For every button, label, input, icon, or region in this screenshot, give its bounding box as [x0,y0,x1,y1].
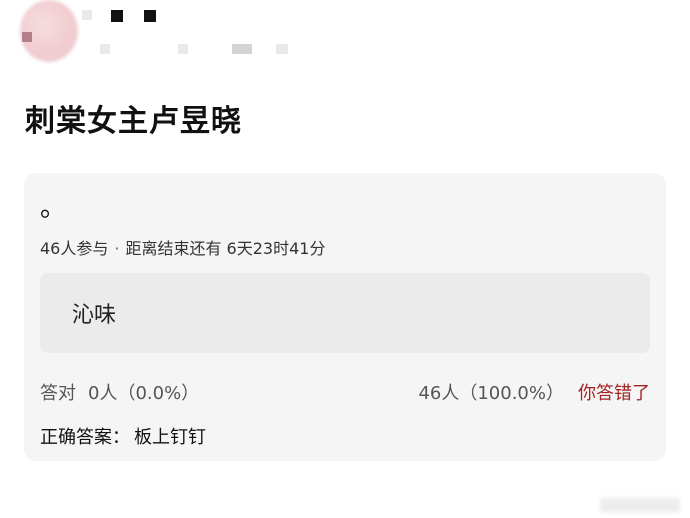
meta-blur-2 [178,44,188,54]
correct-answer-label: 正确答案： [40,427,130,448]
wrong-stats-value: 46人（100.0%） [418,383,564,404]
meta-blur-4 [276,44,288,54]
wrong-stats: 46人（100.0%） 你答错了 [418,379,650,405]
time-remaining: 距离结束还有 6天23时41分 [125,239,326,258]
participants-count: 46人参与 [40,239,109,258]
post-title: 刺棠女主卢昱晓 [25,104,242,139]
wrong-stats-label: 你答错了 [578,383,650,404]
user-avatar[interactable] [20,0,78,62]
quiz-question: 。 [40,193,67,223]
correct-stats-value: 0人（0.0%） [88,383,200,404]
meta-separator: · [114,239,120,258]
quiz-option[interactable]: 沁味 [40,273,650,353]
correct-stats-label: 答对 [40,383,76,404]
post-header [0,0,690,80]
username-blur-2 [144,10,156,22]
watermark-blur [600,498,680,512]
quiz-meta: 46人参与 · 距离结束还有 6天23时41分 [40,235,325,259]
avatar-pixel [22,32,32,42]
meta-blur-3 [232,44,252,54]
meta-blur-1 [100,44,110,54]
quiz-card: 。 46人参与 · 距离结束还有 6天23时41分 沁味 答对 0人（0.0%） 46… [24,173,666,461]
correct-stats: 答对 0人（0.0%） [40,379,199,405]
username-blur-3 [82,10,92,20]
correct-answer: 正确答案： 板上钉钉 [40,423,206,449]
quiz-option-label: 沁味 [72,303,117,328]
username-blur-1 [111,10,123,22]
correct-answer-value: 板上钉钉 [134,427,206,448]
